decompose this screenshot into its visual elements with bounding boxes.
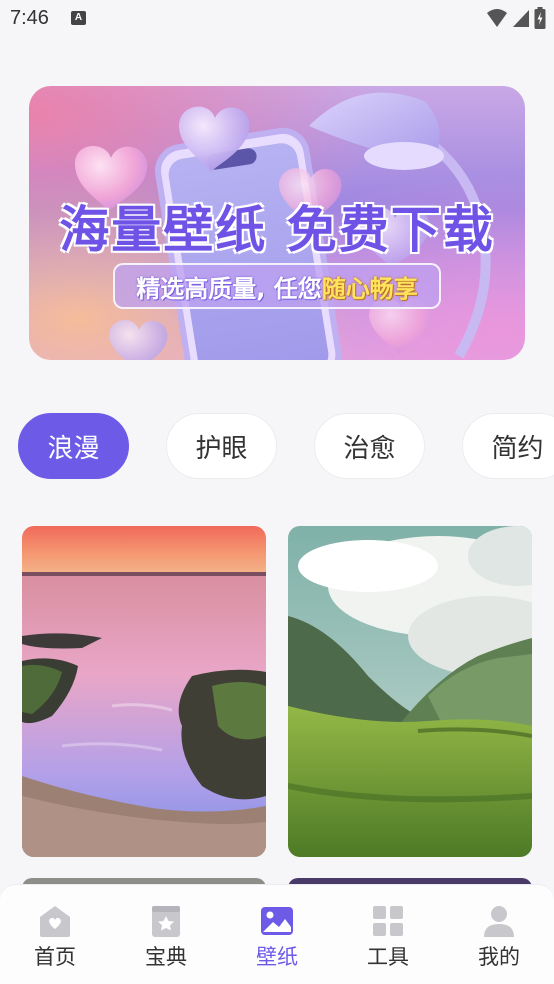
nav-label-home: 首页: [34, 945, 76, 969]
notification-icon: A: [71, 11, 86, 25]
wallpaper-card-valley[interactable]: [288, 526, 532, 857]
wifi-icon: [487, 9, 507, 27]
image-icon: [261, 907, 293, 935]
category-tab-simple[interactable]: 简约: [462, 413, 554, 479]
status-bar: 7:46 A: [0, 0, 554, 38]
grid-icon: [373, 906, 403, 936]
category-tab-healing[interactable]: 治愈: [314, 413, 425, 479]
wallpaper-card-sunset[interactable]: [22, 526, 266, 857]
category-tabs: 浪漫 护眼 治愈 简约: [0, 413, 554, 479]
category-tab-romantic[interactable]: 浪漫: [18, 413, 129, 479]
nav-label-tools: 工具: [367, 945, 409, 969]
nav-label-wallpaper: 壁纸: [256, 945, 298, 969]
nav-label-guide: 宝典: [145, 945, 187, 969]
sunset-seashore-image: [22, 526, 266, 857]
banner-subtitle-highlight: 随心畅享: [321, 274, 418, 303]
nav-item-tools[interactable]: 工具: [348, 903, 428, 973]
book-star-icon: [152, 906, 180, 937]
nav-item-home[interactable]: 首页: [15, 903, 95, 973]
banner-subtitle-main: 精选高质量, 任您: [136, 274, 322, 303]
person-icon: [484, 906, 514, 937]
status-icons: [486, 6, 546, 30]
mountain-valley-image: [288, 526, 532, 857]
nav-item-mine[interactable]: 我的: [459, 903, 539, 973]
banner-subtitle: 精选高质量, 任您 随心畅享: [113, 263, 441, 309]
signal-icon: [513, 10, 529, 27]
banner-title: 海量壁纸 免费下载: [59, 201, 495, 259]
promo-banner[interactable]: 海量壁纸 免费下载 精选高质量, 任您 随心畅享: [29, 86, 525, 360]
nav-label-mine: 我的: [478, 945, 520, 969]
nav-item-guide[interactable]: 宝典: [126, 903, 206, 973]
category-tab-eye-care[interactable]: 护眼: [166, 413, 277, 479]
status-time: 7:46: [10, 7, 49, 29]
home-icon: [40, 906, 70, 937]
bottom-nav: 首页 宝典 壁纸 工具 我的: [0, 884, 554, 984]
battery-icon: [534, 7, 546, 29]
nav-item-wallpaper[interactable]: 壁纸: [237, 903, 317, 973]
